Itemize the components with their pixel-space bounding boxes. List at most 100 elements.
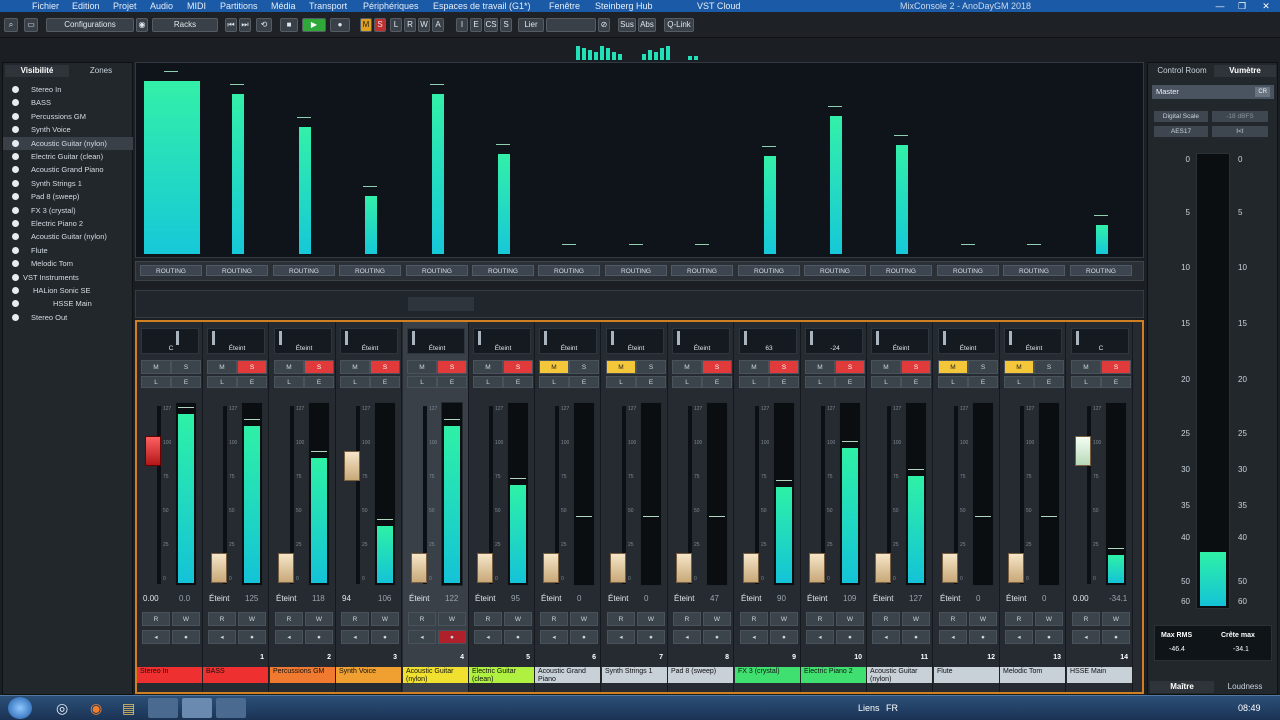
edit-button[interactable]: E [702, 376, 732, 388]
routing-button[interactable]: ROUTING [1003, 265, 1065, 276]
search-icon[interactable]: ⌕ [4, 18, 18, 32]
visibility-dot-icon[interactable] [12, 287, 19, 294]
listen-button[interactable]: L [871, 376, 901, 388]
volume-fader[interactable] [411, 553, 427, 583]
edit-button[interactable]: E [1101, 376, 1131, 388]
listen-button[interactable]: L [672, 376, 702, 388]
read-automation-button[interactable]: R [1005, 612, 1033, 626]
volume-fader[interactable] [278, 553, 294, 583]
visibility-dot-icon[interactable] [12, 233, 19, 241]
channel-name[interactable]: Flute [934, 667, 1000, 683]
channel-name[interactable]: Acoustic Guitar (nylon) [867, 667, 933, 683]
pan-indicator[interactable] [611, 331, 614, 345]
volume-fader[interactable] [676, 553, 692, 583]
write-automation-button[interactable]: W [1035, 612, 1063, 626]
pan-knob[interactable]: Éteint [274, 328, 332, 354]
write-automation-button[interactable]: W [1102, 612, 1130, 626]
solo-button[interactable]: S [304, 360, 334, 374]
write-automation-button[interactable]: W [570, 612, 598, 626]
menu-3[interactable]: Audio [150, 0, 173, 12]
monitor-button[interactable]: ◂ [740, 630, 768, 644]
write-automation-button[interactable]: W [438, 612, 466, 626]
loop-icon[interactable]: ⟲ [256, 18, 272, 32]
record-enable-button[interactable]: ● [703, 630, 731, 644]
channel-name[interactable]: Synth Strings 1 [602, 667, 668, 683]
pan-knob[interactable]: C [141, 328, 199, 354]
menu-10[interactable]: Fenêtre [549, 0, 580, 12]
solo-button[interactable]: S [237, 360, 267, 374]
routing-button[interactable]: ROUTING [406, 265, 468, 276]
menu-8[interactable]: Périphériques [363, 0, 419, 12]
pan-knob[interactable]: Éteint [340, 328, 398, 354]
pan-knob[interactable]: Éteint [938, 328, 996, 354]
visibility-item[interactable]: Flute [3, 244, 133, 257]
routing-button[interactable]: ROUTING [1070, 265, 1132, 276]
monitor-button[interactable]: ◂ [208, 630, 236, 644]
mute-button[interactable]: M [672, 360, 702, 374]
listen-button[interactable]: L [1004, 376, 1034, 388]
monitor-button[interactable]: ◂ [408, 630, 436, 644]
read-automation-button[interactable]: R [673, 612, 701, 626]
mute-button[interactable]: M [539, 360, 569, 374]
visibility-dot-icon[interactable] [12, 300, 19, 308]
routing-button[interactable]: ROUTING [472, 265, 534, 276]
solo-button[interactable]: S [769, 360, 799, 374]
pan-knob[interactable]: Éteint [1004, 328, 1062, 354]
write-automation-button[interactable]: W [637, 612, 665, 626]
volume-fader[interactable] [1075, 436, 1091, 466]
peak-value[interactable]: 0 [577, 594, 581, 603]
read-automation-button[interactable]: R [341, 612, 369, 626]
volume-fader[interactable] [477, 553, 493, 583]
app-icon[interactable] [148, 698, 178, 718]
listen-button[interactable]: L [938, 376, 968, 388]
mute-button[interactable]: M [407, 360, 437, 374]
read-automation-button[interactable]: R [208, 612, 236, 626]
tab-loudness[interactable]: Loudness [1214, 681, 1276, 693]
visibility-item[interactable]: Acoustic Guitar (nylon) [3, 136, 133, 150]
maximize-icon[interactable]: ❐ [1232, 0, 1252, 12]
mute-button[interactable]: M [1004, 360, 1034, 374]
solo-button[interactable]: S [171, 360, 201, 374]
edit-button[interactable]: E [237, 376, 267, 388]
dbfs-field[interactable]: -18 dBFS [1212, 111, 1268, 122]
listen-button[interactable]: L [207, 376, 237, 388]
visibility-item[interactable]: Acoustic Grand Piano [3, 163, 133, 176]
edit-button[interactable]: E [437, 376, 467, 388]
record-enable-button[interactable]: ● [371, 630, 399, 644]
channel-name[interactable]: Synth Voice [336, 667, 402, 683]
mute-button[interactable]: M [805, 360, 835, 374]
solo-button[interactable]: S [968, 360, 998, 374]
monitor-button[interactable]: ◂ [939, 630, 967, 644]
visibility-dot-icon[interactable] [12, 206, 19, 214]
volume-fader[interactable] [942, 553, 958, 583]
peak-value[interactable]: 109 [843, 594, 856, 603]
pan-indicator[interactable] [677, 331, 680, 345]
routing-button[interactable]: ROUTING [206, 265, 268, 276]
pan-indicator[interactable] [345, 331, 348, 345]
pan-knob[interactable]: Éteint [473, 328, 531, 354]
visibility-dot-icon[interactable] [12, 99, 19, 107]
read-automation-button[interactable]: R [474, 612, 502, 626]
visibility-dot-icon[interactable] [12, 273, 19, 281]
listen-button[interactable]: L [340, 376, 370, 388]
record-icon[interactable]: ● [330, 18, 350, 32]
tab-visibility[interactable]: Visibilité [5, 65, 69, 77]
volume-value[interactable]: Éteint [940, 594, 960, 603]
write-automation-button[interactable]: W [238, 612, 266, 626]
monitor-button[interactable]: ◂ [275, 630, 303, 644]
write-button[interactable]: W [418, 18, 430, 32]
menu-2[interactable]: Projet [113, 0, 137, 12]
read-automation-button[interactable]: R [806, 612, 834, 626]
pan-indicator[interactable] [279, 331, 282, 345]
record-enable-button[interactable]: ● [637, 630, 665, 644]
read-automation-button[interactable]: R [872, 612, 900, 626]
solo-button[interactable]: S [437, 360, 467, 374]
hold-button[interactable]: I<I [1212, 126, 1268, 137]
write-automation-button[interactable]: W [969, 612, 997, 626]
racks-button[interactable]: Racks [152, 18, 218, 32]
channel-name[interactable]: FX 3 (crystal) [735, 667, 801, 683]
solo-button[interactable]: S [1101, 360, 1131, 374]
write-automation-button[interactable]: W [770, 612, 798, 626]
routing-button[interactable]: ROUTING [339, 265, 401, 276]
explorer-icon[interactable]: ▤ [122, 700, 135, 717]
